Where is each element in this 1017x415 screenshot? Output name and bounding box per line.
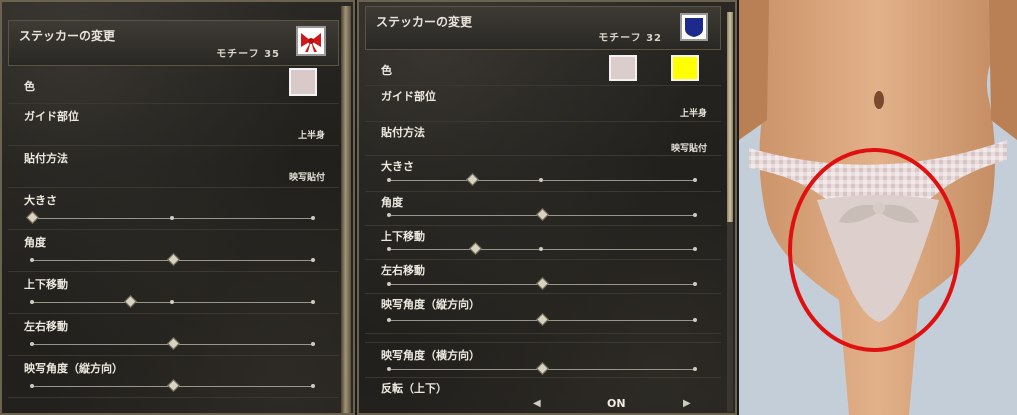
- angle-slider[interactable]: [30, 253, 315, 266]
- vertical-move-row[interactable]: 上下移動: [8, 272, 339, 314]
- motif-thumbnail[interactable]: [680, 13, 708, 41]
- angle-row[interactable]: 角度: [8, 230, 339, 272]
- panel-header: ステッカーの変更 モチーフ 35: [8, 20, 339, 66]
- angle-slider-handle[interactable]: [166, 253, 180, 266]
- vertical-move-label: 上下移動: [24, 278, 68, 291]
- angle-slider[interactable]: [387, 208, 697, 221]
- color-swatch-primary[interactable]: [609, 55, 637, 81]
- size-slider-handle[interactable]: [465, 173, 479, 186]
- guide-part-row[interactable]: ガイド部位 上半身: [365, 86, 721, 122]
- motif-label: モチーフ 32: [598, 33, 662, 44]
- color-swatch[interactable]: [289, 68, 317, 96]
- horizontal-move-row[interactable]: 左右移動: [8, 314, 339, 356]
- projection-horizontal-label: 映写角度（横方向）: [381, 349, 480, 362]
- guide-part-label: ガイド部位: [381, 90, 436, 103]
- guide-part-value: 上半身: [297, 131, 325, 141]
- panel-title: ステッカーの変更: [19, 29, 116, 43]
- size-row[interactable]: 大きさ: [8, 188, 339, 230]
- arrow-left-icon[interactable]: ◀: [533, 398, 541, 409]
- panel-header: ステッカーの変更 モチーフ 32: [365, 6, 721, 50]
- color-label: 色: [381, 64, 392, 77]
- size-label: 大きさ: [24, 194, 57, 207]
- projection-vertical-row[interactable]: 映写角度（縦方向）: [365, 294, 721, 334]
- flip-vertical-value: ON: [607, 397, 626, 410]
- character-preview: [739, 0, 1017, 415]
- color-swatch-secondary[interactable]: [671, 55, 699, 81]
- horizontal-move-slider[interactable]: [387, 277, 697, 290]
- guide-part-value: 上半身: [679, 109, 707, 119]
- attach-method-row[interactable]: 貼付方法 映写貼付: [365, 122, 721, 156]
- size-label: 大きさ: [381, 160, 414, 173]
- vertical-move-row[interactable]: 上下移動: [365, 226, 721, 260]
- arrow-right-icon[interactable]: ▶: [683, 398, 691, 409]
- projection-vertical-slider-handle[interactable]: [536, 313, 549, 326]
- projection-horizontal-slider-handle[interactable]: [536, 362, 549, 375]
- angle-row[interactable]: 角度: [365, 192, 721, 226]
- color-row[interactable]: 色: [8, 66, 339, 104]
- projection-horizontal-row[interactable]: 映写角度（横方向）: [365, 342, 721, 378]
- horizontal-move-slider-handle[interactable]: [536, 277, 549, 290]
- projection-vertical-label: 映写角度（縦方向）: [381, 298, 480, 311]
- size-slider-handle[interactable]: [26, 211, 39, 224]
- projection-vertical-slider[interactable]: [30, 379, 315, 392]
- vertical-move-label: 上下移動: [381, 230, 425, 243]
- horizontal-move-label: 左右移動: [24, 320, 68, 333]
- horizontal-move-row[interactable]: 左右移動: [365, 260, 721, 294]
- size-slider[interactable]: [387, 173, 697, 186]
- panel-title: ステッカーの変更: [376, 15, 473, 29]
- highlight-circle: [788, 148, 960, 352]
- attach-method-value: 映写貼付: [670, 144, 707, 154]
- projection-vertical-row[interactable]: 映写角度（縦方向）: [8, 356, 339, 398]
- color-row[interactable]: 色: [365, 52, 721, 86]
- angle-label: 角度: [381, 196, 403, 209]
- guide-part-row[interactable]: ガイド部位 上半身: [8, 104, 339, 146]
- size-row[interactable]: 大きさ: [365, 156, 721, 192]
- scrollbar-thumb[interactable]: [727, 12, 733, 222]
- pillar-decoration: [341, 6, 351, 413]
- attach-method-label: 貼付方法: [24, 152, 68, 165]
- vertical-move-slider[interactable]: [387, 242, 697, 255]
- horizontal-move-slider-handle[interactable]: [166, 337, 180, 350]
- sticker-panel-right: ステッカーの変更 モチーフ 32 色 ガイド部位 上半身 貼付方法 映写貼付 大…: [357, 0, 737, 415]
- size-slider[interactable]: [26, 211, 315, 224]
- attach-method-row[interactable]: 貼付方法 映写貼付: [8, 146, 339, 188]
- scrollbar[interactable]: [727, 12, 733, 412]
- guide-part-label: ガイド部位: [24, 110, 79, 123]
- motif-thumbnail[interactable]: [296, 26, 326, 56]
- flip-vertical-row[interactable]: 反転（上下） ◀ ON ▶: [365, 378, 721, 413]
- projection-vertical-slider[interactable]: [387, 313, 697, 326]
- color-label: 色: [24, 80, 35, 93]
- flip-vertical-label: 反転（上下）: [381, 382, 447, 395]
- projection-horizontal-slider[interactable]: [387, 362, 697, 375]
- sticker-panel-left: ステッカーの変更 モチーフ 35 色 ガイド部位 上半身 貼付方法 映写貼付 大…: [0, 0, 355, 415]
- attach-method-label: 貼付方法: [381, 126, 425, 139]
- angle-label: 角度: [24, 236, 46, 249]
- horizontal-move-label: 左右移動: [381, 264, 425, 277]
- projection-vertical-label: 映写角度（縦方向）: [24, 362, 123, 375]
- blue-shield-icon: [685, 18, 703, 37]
- vertical-move-slider-handle[interactable]: [124, 295, 138, 308]
- horizontal-move-slider[interactable]: [30, 337, 315, 350]
- attach-method-value: 映写貼付: [288, 173, 325, 183]
- projection-vertical-slider-handle[interactable]: [166, 379, 180, 392]
- red-bow-icon: [301, 33, 321, 52]
- vertical-move-slider[interactable]: [30, 295, 315, 308]
- motif-label: モチーフ 35: [216, 49, 280, 60]
- vertical-move-slider-handle[interactable]: [468, 242, 482, 255]
- angle-slider-handle[interactable]: [536, 208, 549, 221]
